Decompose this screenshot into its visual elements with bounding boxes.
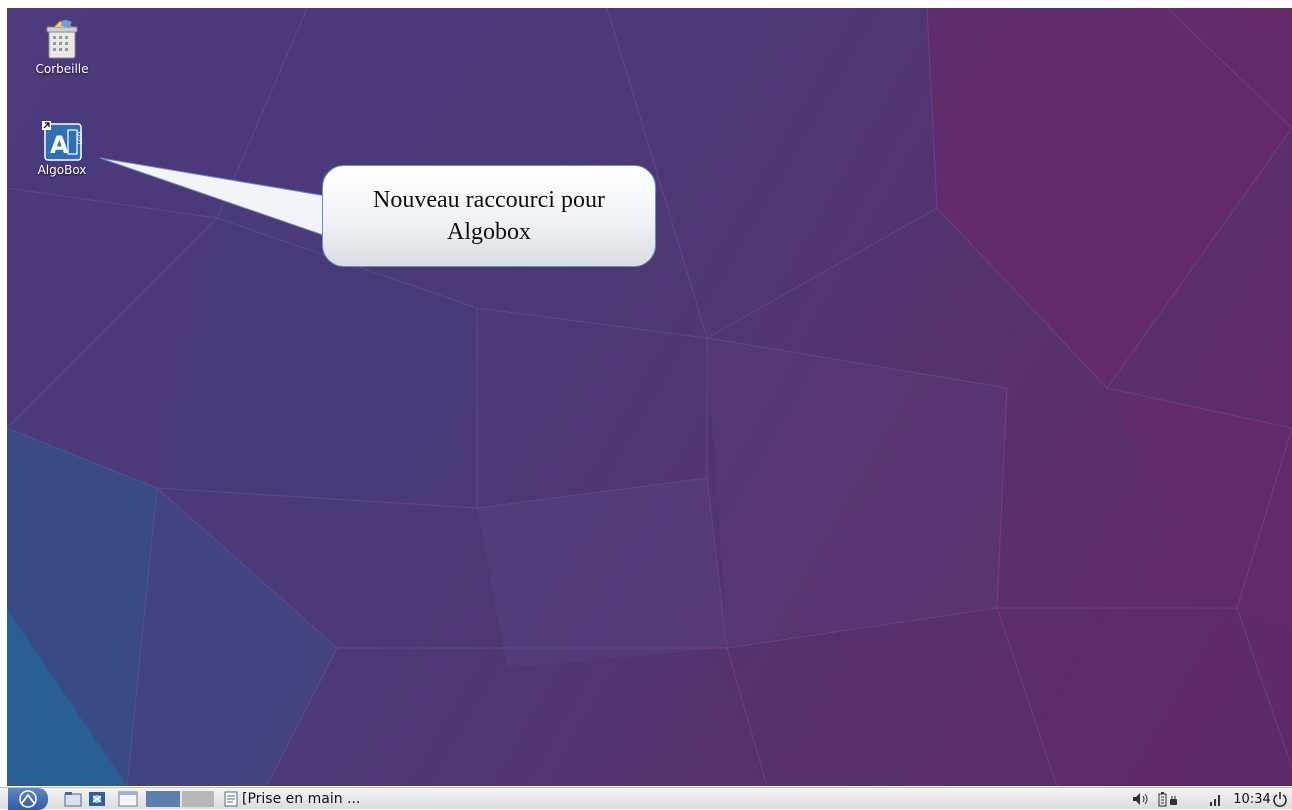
wallpaper [7,8,1292,786]
clock[interactable]: 10:34 [1232,790,1272,808]
callout-line-1: Nouveau raccourci pour [373,187,605,213]
algobox-icon: A LGO [42,121,82,161]
browser-icon [89,792,105,806]
svg-text:LGO: LGO [77,132,82,145]
desktop: Corbeille A LGO AlgoBox [7,8,1292,786]
taskbar-window-item[interactable]: [Prise en main ... [224,790,424,808]
window-icon [118,791,138,807]
network-tray[interactable] [1206,790,1226,808]
volume-tray[interactable] [1130,790,1152,808]
start-menu-button[interactable] [8,788,48,810]
power-icon [1273,792,1287,807]
start-menu-icon [19,790,37,808]
desktop-icon-algobox[interactable]: A LGO AlgoBox [20,121,104,177]
folder-icon [64,792,82,807]
signal-icon [1210,795,1220,806]
trash-icon [46,20,78,59]
battery-tray[interactable] [1156,790,1180,808]
taskbar-window-label: [Prise en main ... [242,791,361,807]
workspace-1[interactable] [146,791,180,807]
battery-plug-icon [1158,792,1177,807]
callout-line-2: Algobox [446,219,531,245]
document-icon [224,791,238,807]
power-button[interactable] [1270,790,1290,808]
workspace-2[interactable] [182,791,214,807]
desktop-icon-label: Corbeille [35,62,89,76]
desktop-icon-trash[interactable]: Corbeille [20,20,104,76]
volume-icon [1133,793,1148,805]
taskbar: [Prise en main ... 10:34 [0,787,1292,810]
svg-text:A: A [50,131,69,159]
file-manager-launcher[interactable] [62,790,84,808]
annotation-callout: Nouveau raccourci pour Algobox [322,165,656,267]
show-desktop-button[interactable] [116,790,140,808]
browser-launcher[interactable] [86,790,108,808]
desktop-icon-label: AlgoBox [37,163,87,177]
